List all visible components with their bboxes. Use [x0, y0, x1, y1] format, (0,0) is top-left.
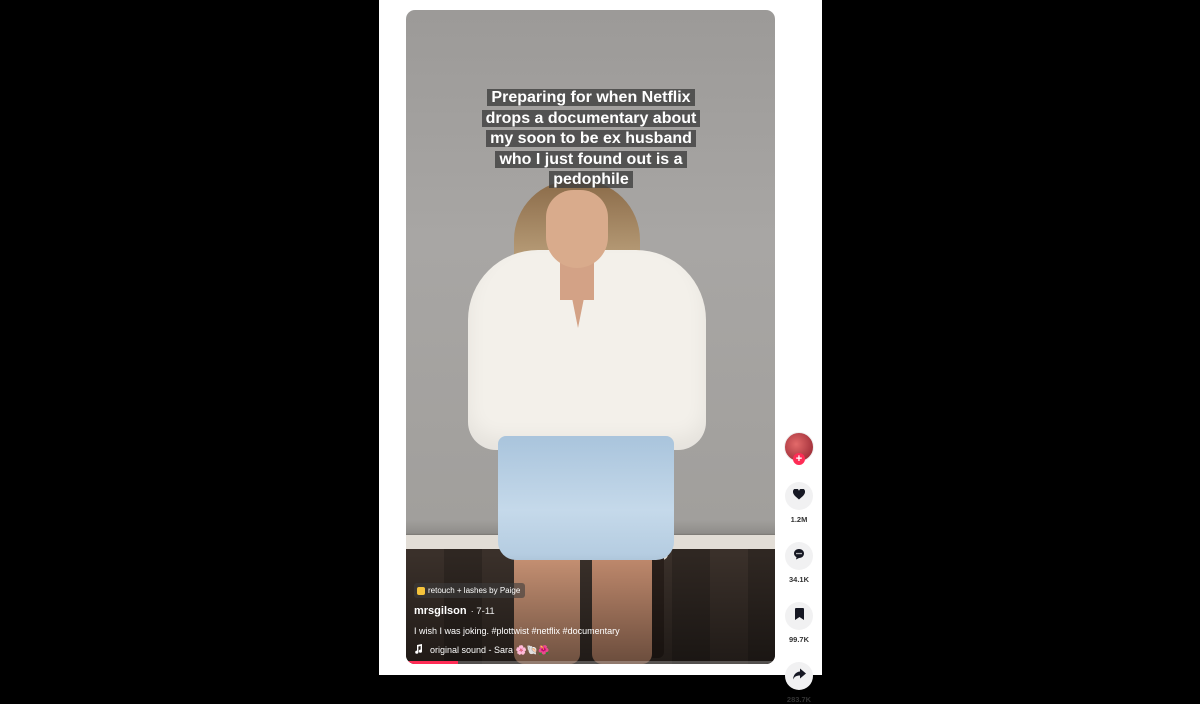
author-line: mrsgilson · 7-11 — [414, 605, 495, 617]
like-count: 1.2M — [790, 515, 808, 524]
comment-button[interactable] — [785, 542, 813, 570]
effect-tag[interactable]: retouch + lashes by Paige — [414, 583, 526, 598]
sound-row[interactable]: original sound - Sara 🌸🐚🌺 — [414, 644, 549, 656]
comment-count: 34.1K — [788, 575, 809, 584]
video-description[interactable]: I wish I was joking. #plottwist #netflix… — [414, 626, 620, 636]
music-note-icon — [414, 644, 423, 656]
bookmark-icon — [794, 607, 804, 625]
author-name[interactable]: mrsgilson — [414, 605, 467, 617]
save-button[interactable] — [785, 602, 813, 630]
creator-avatar[interactable]: + — [784, 432, 814, 465]
follow-button[interactable]: + — [793, 453, 805, 465]
person-face — [546, 190, 608, 268]
effect-icon — [417, 586, 425, 595]
progress-bar[interactable] — [406, 661, 775, 664]
caption-text: Preparing for when Netflix drops a docum… — [481, 89, 701, 188]
like-button[interactable] — [785, 482, 813, 510]
caption-overlay: Preparing for when Netflix drops a docum… — [476, 88, 706, 191]
share-button[interactable] — [785, 662, 813, 690]
effect-label: retouch + lashes by Paige — [428, 586, 521, 595]
progress-fill — [406, 661, 458, 664]
sound-label: original sound - Sara 🌸🐚🌺 — [430, 644, 550, 655]
post-date: · 7-11 — [470, 606, 495, 617]
comment-icon — [793, 547, 805, 565]
save-count: 99.7K — [788, 635, 809, 644]
share-count: 283.7K — [786, 695, 812, 704]
person-shorts — [498, 436, 674, 560]
action-column: + 1.2M 34.1K 99.7K 283.7K — [784, 432, 814, 704]
video-player[interactable]: Preparing for when Netflix drops a docum… — [406, 10, 775, 664]
heart-icon — [792, 487, 806, 505]
share-icon — [792, 667, 806, 685]
